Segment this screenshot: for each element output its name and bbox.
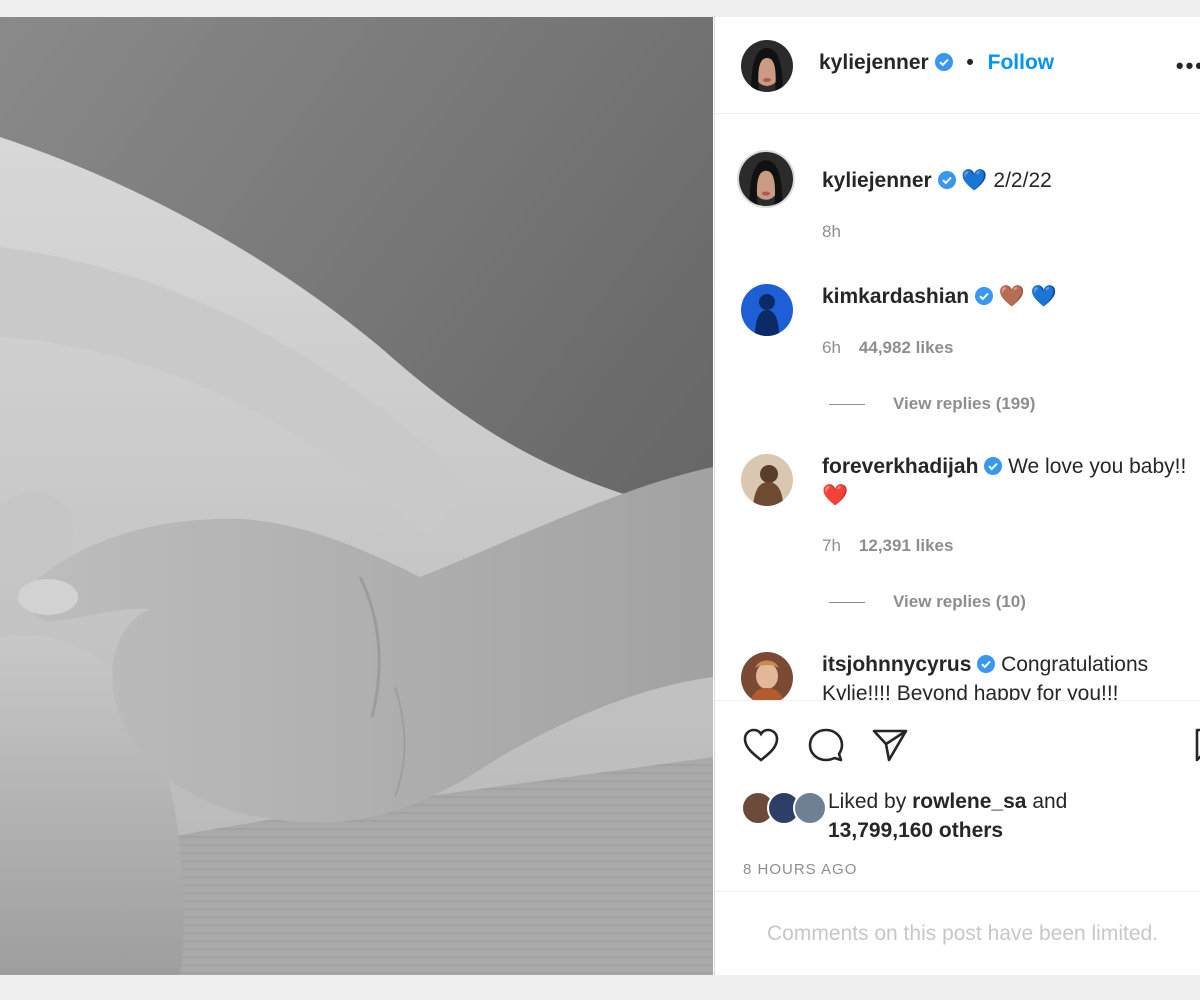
replies-divider — [829, 404, 865, 406]
view-replies-label: View replies (10) — [893, 592, 1026, 611]
comment-text: foreverkhadijah We love you baby!! ❤️ — [822, 452, 1192, 510]
comment-icon[interactable] — [807, 727, 845, 763]
post-header: kyliejenner • Follow ••• — [715, 17, 1200, 114]
caption-username[interactable]: kyliejenner — [822, 169, 932, 192]
liked-by-text: Liked by rowlene_sa and 13,799,160 other… — [828, 787, 1067, 845]
comments-list[interactable]: kyliejenner 💙 2/2/22 8h kimkardashian 🤎 … — [715, 114, 1200, 700]
blue-heart-emoji: 💙 — [961, 169, 988, 192]
liker-avatar — [793, 791, 827, 825]
instagram-post: kyliejenner • Follow ••• — [0, 17, 1200, 975]
caption-meta: 8h — [822, 222, 841, 242]
comment-item: kimkardashian 🤎 💙 6h 44,982 likes View re… — [715, 266, 1200, 416]
liked-by-and: and — [1032, 790, 1068, 813]
comment-body: We love you baby!! — [1008, 455, 1187, 478]
paper-plane-icon[interactable] — [871, 727, 909, 763]
verified-badge-icon — [934, 53, 953, 71]
liked-by-prefix: Liked by — [828, 790, 907, 813]
author-username[interactable]: kyliejenner — [819, 51, 929, 74]
comment-item: foreverkhadijah We love you baby!! ❤️ 7h… — [715, 452, 1200, 622]
comment-meta: 7h 12,391 likes — [822, 536, 953, 556]
verified-badge-icon — [974, 284, 993, 305]
comment-username[interactable]: itsjohnnycyrus — [822, 653, 971, 676]
header-author-line: kyliejenner • Follow — [819, 51, 1054, 75]
heart-icon[interactable] — [742, 727, 780, 763]
view-replies-button[interactable]: View replies (199) — [829, 394, 1035, 414]
verified-badge-icon — [984, 454, 1003, 475]
post-actions: Liked by rowlene_sa and 13,799,160 other… — [715, 700, 1200, 878]
comment-meta: 6h 44,982 likes — [822, 338, 953, 358]
comment-text: itsjohnnycyrus Congratulations Kylie!!!!… — [822, 650, 1192, 700]
post-photo[interactable] — [0, 17, 713, 975]
view-replies-button[interactable]: View replies (10) — [829, 592, 1026, 612]
commenter-avatar[interactable] — [741, 454, 793, 506]
baby-hand-photo — [0, 17, 713, 975]
verified-badge-icon — [937, 168, 956, 189]
commenter-avatar[interactable] — [741, 652, 793, 700]
caption-text: kyliejenner 💙 2/2/22 — [822, 166, 1192, 195]
liker-avatars[interactable] — [741, 791, 827, 825]
caption-body: 2/2/22 — [993, 169, 1052, 192]
replies-divider — [829, 602, 865, 604]
caption-avatar[interactable] — [737, 150, 795, 208]
view-replies-label: View replies (199) — [893, 394, 1036, 413]
comment-likes[interactable]: 44,982 likes — [859, 338, 954, 357]
caption-time[interactable]: 8h — [822, 222, 841, 241]
caption-item: kyliejenner 💙 2/2/22 8h — [715, 150, 1200, 250]
comment-time[interactable]: 6h — [822, 338, 841, 357]
separator-dot: • — [966, 51, 974, 74]
liked-by-user[interactable]: rowlene_sa — [912, 790, 1026, 813]
bookmark-icon[interactable] — [1195, 727, 1200, 763]
likes-count[interactable]: 13,799,160 others — [828, 819, 1003, 842]
comment-item: itsjohnnycyrus Congratulations Kylie!!!!… — [715, 650, 1200, 700]
verified-badge-icon — [977, 652, 996, 673]
comment-likes[interactable]: 12,391 likes — [859, 536, 954, 555]
red-heart-emoji: ❤️ — [822, 484, 849, 507]
comment-text: kimkardashian 🤎 💙 — [822, 282, 1192, 311]
comment-username[interactable]: kimkardashian — [822, 285, 969, 308]
author-avatar[interactable] — [741, 40, 793, 92]
comment-username[interactable]: foreverkhadijah — [822, 455, 978, 478]
more-options-icon[interactable]: ••• — [1176, 53, 1200, 79]
commenter-avatar[interactable] — [741, 284, 793, 336]
post-timestamp[interactable]: 8 HOURS AGO — [743, 861, 857, 878]
follow-button[interactable]: Follow — [988, 51, 1055, 74]
comments-limited-notice: Comments on this post have been limited. — [767, 922, 1159, 945]
post-side-panel: kyliejenner • Follow ••• — [714, 17, 1200, 975]
comments-limited-bar: Comments on this post have been limited. — [715, 891, 1200, 976]
comment-time[interactable]: 7h — [822, 536, 841, 555]
comment-body: 🤎 💙 — [998, 285, 1057, 308]
